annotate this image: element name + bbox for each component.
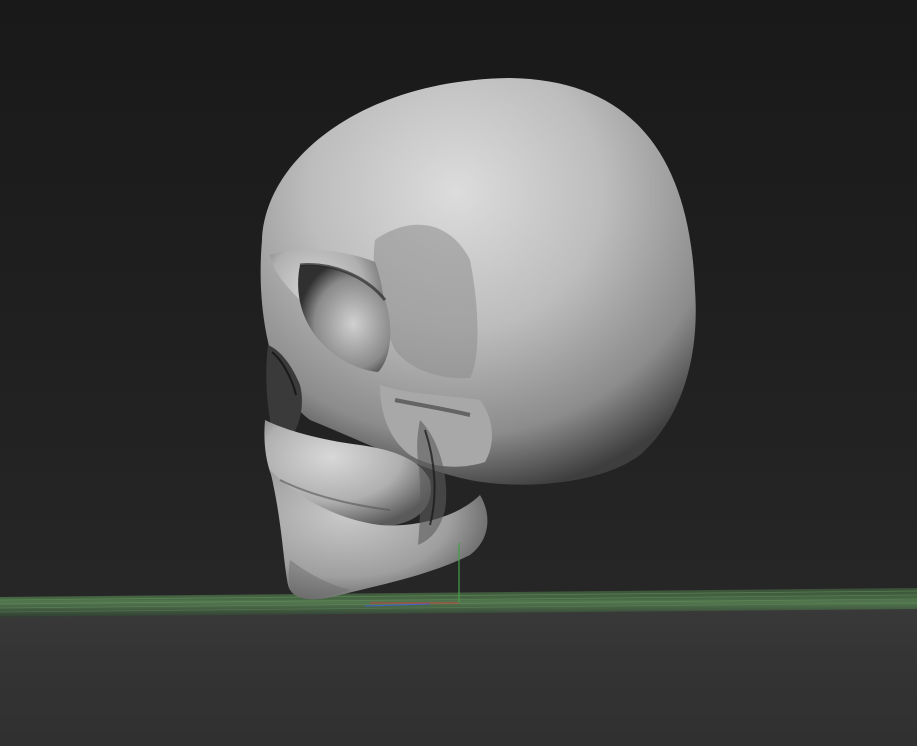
viewport-scene (0, 78, 917, 617)
skull-model[interactable] (260, 78, 696, 600)
3d-viewport[interactable] (0, 0, 917, 746)
